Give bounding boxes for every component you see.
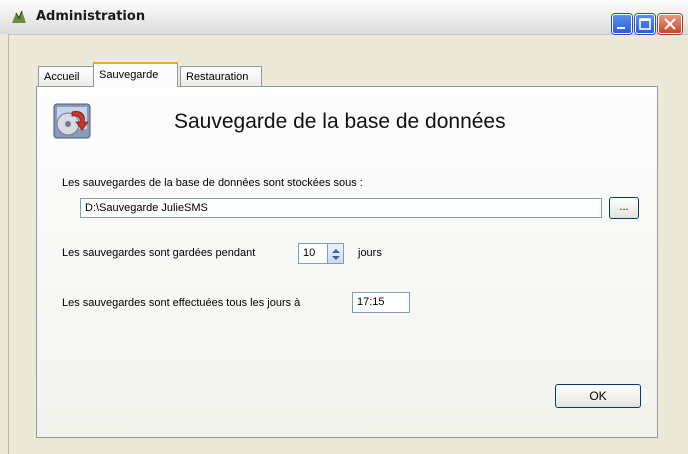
tab-accueil-label: Accueil xyxy=(44,71,80,83)
tab-sauvegarde[interactable]: Sauvegarde xyxy=(93,62,178,87)
spinner-arrows-icon xyxy=(332,249,340,260)
close-icon xyxy=(664,18,676,30)
minimize-icon xyxy=(617,27,625,29)
retention-unit-label: jours xyxy=(358,247,382,259)
backup-path-label: Les sauvegardes de la base de données so… xyxy=(62,177,363,189)
backup-time-field[interactable]: 17:15 xyxy=(352,292,410,313)
app-icon xyxy=(12,10,26,23)
backup-database-icon xyxy=(53,103,91,139)
backup-time-label: Les sauvegardes sont effectuées tous les… xyxy=(62,297,301,309)
ok-button[interactable]: OK xyxy=(555,384,641,408)
window-title: Administration xyxy=(36,9,146,24)
minimize-button[interactable] xyxy=(612,14,632,34)
tab-accueil[interactable]: Accueil xyxy=(38,66,94,86)
title-bar[interactable]: Administration xyxy=(0,0,688,35)
retention-label: Les sauvegardes sont gardées pendant xyxy=(62,247,256,259)
window-left-border xyxy=(0,34,9,454)
backup-path-field[interactable]: D:\Sauvegarde JulieSMS xyxy=(80,198,602,218)
tab-restauration-label: Restauration xyxy=(186,71,249,83)
browse-button[interactable]: ... xyxy=(609,197,639,219)
tab-restauration[interactable]: Restauration xyxy=(180,66,262,86)
maximize-button[interactable] xyxy=(635,14,655,34)
maximize-icon xyxy=(639,18,651,30)
page-title: Sauvegarde de la base de données xyxy=(174,110,506,133)
close-button[interactable] xyxy=(658,14,682,34)
retention-days-stepper[interactable] xyxy=(328,243,344,264)
retention-days-field[interactable]: 10 xyxy=(298,243,328,264)
administration-window: Administration Accueil Sauvegarde Restau… xyxy=(0,0,688,454)
tab-sauvegarde-label: Sauvegarde xyxy=(99,69,159,81)
